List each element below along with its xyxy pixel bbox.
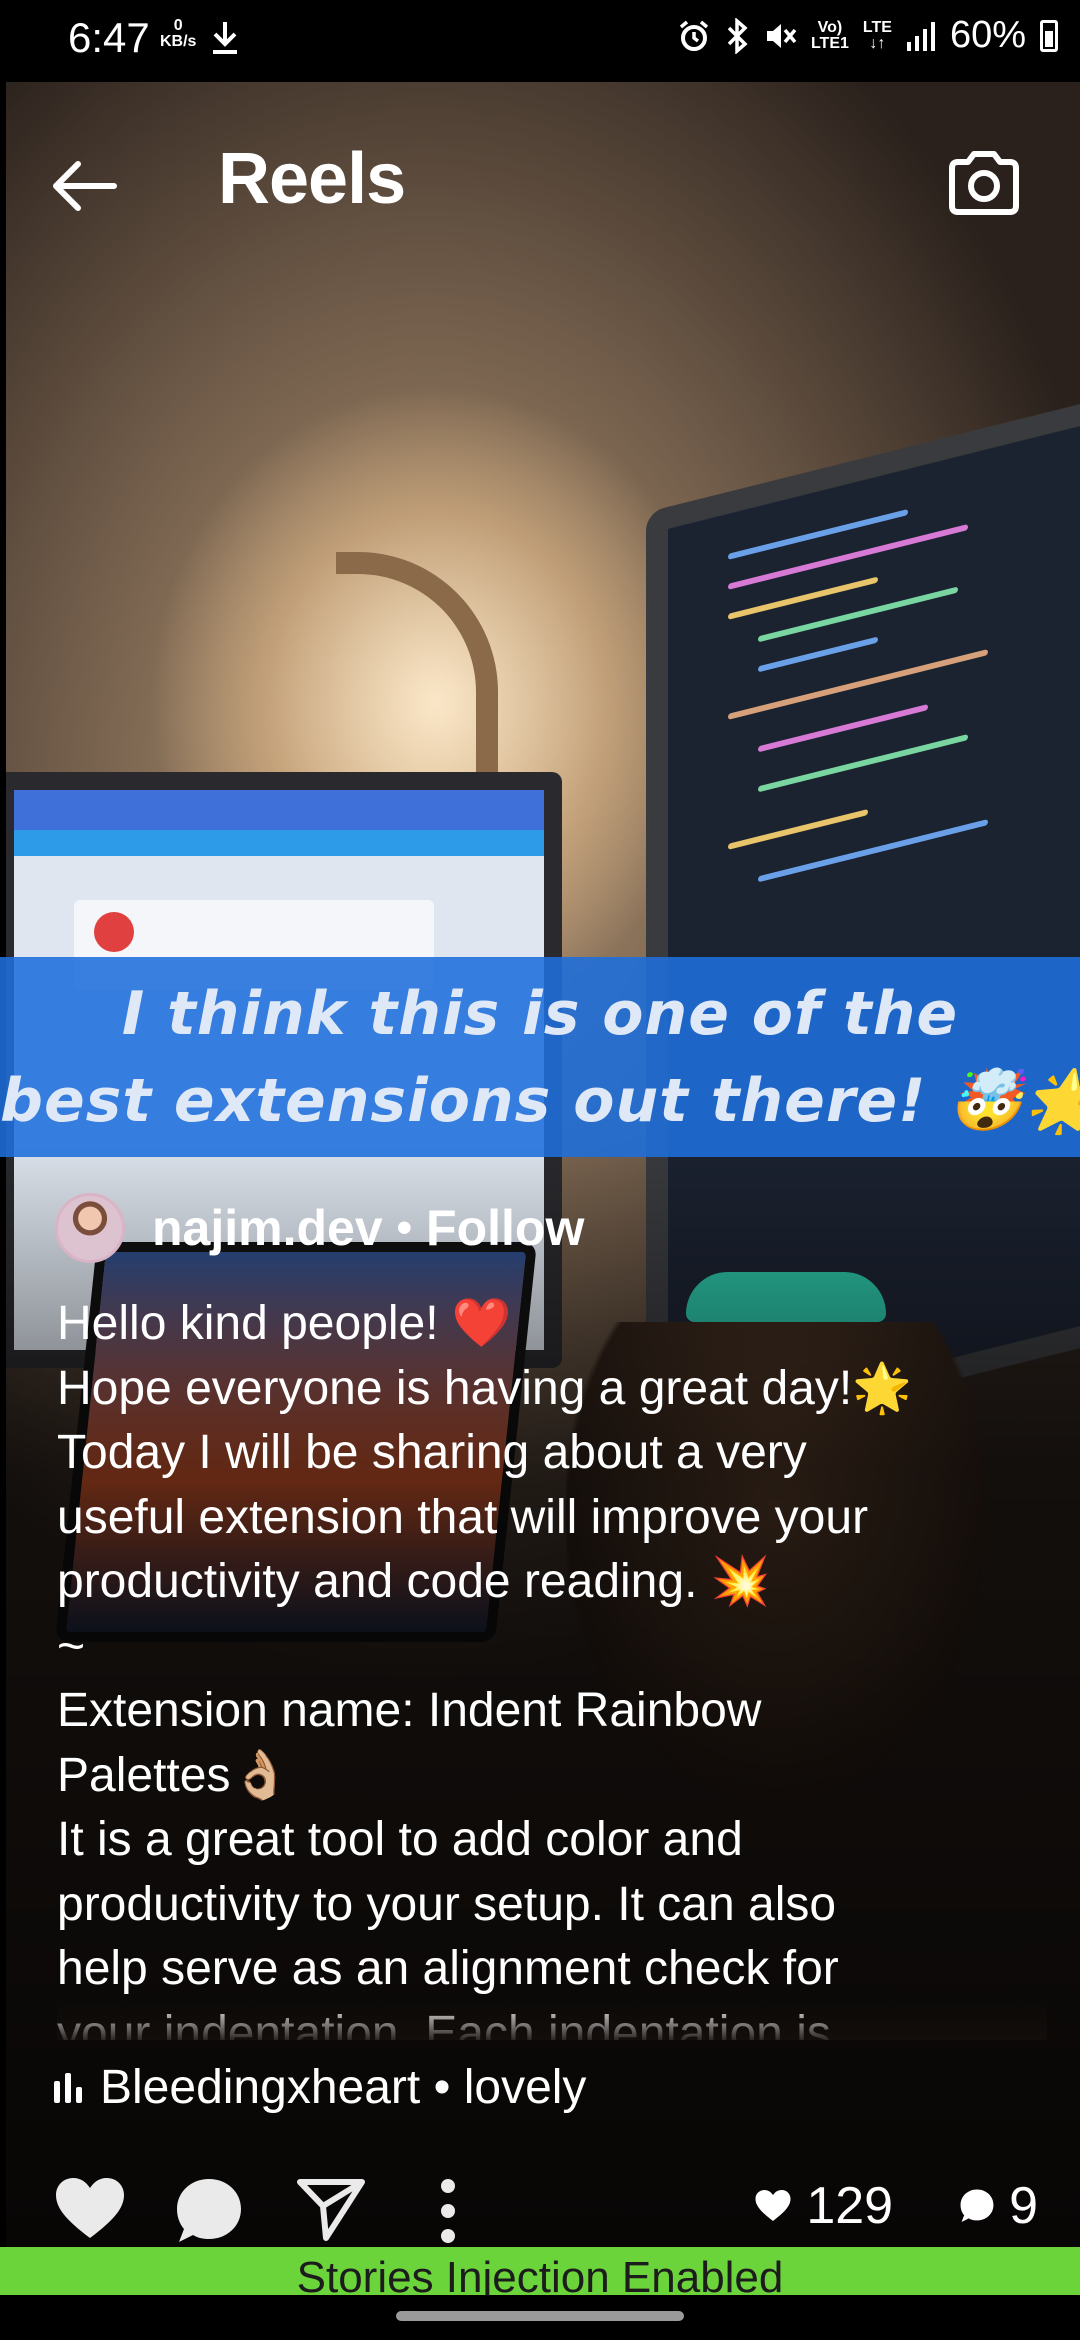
likes-count-group[interactable]: 129 bbox=[754, 2176, 893, 2236]
network-speed-unit: KB/s bbox=[160, 33, 197, 50]
status-icons: Vo) LTE1 LTE ↓↑ 60% bbox=[677, 14, 1058, 57]
author-separator: • bbox=[396, 1203, 413, 1252]
caption-line: productivity to your setup. It can also bbox=[57, 1877, 837, 1931]
caption-line: Today I will be sharing about a very bbox=[57, 1426, 807, 1479]
audio-label: Bleedingxheart • lovely bbox=[100, 2061, 587, 2114]
lte-indicator: LTE ↓↑ bbox=[862, 18, 892, 52]
engagement-counts: 129 9 bbox=[754, 2176, 1038, 2236]
caption-line: ~ bbox=[57, 1619, 86, 1673]
heart-icon[interactable] bbox=[54, 2176, 126, 2242]
back-arrow-icon[interactable] bbox=[48, 150, 120, 222]
network-speed-value: 0 bbox=[173, 17, 183, 34]
subtitle-line-2: best extensions out there! 🤯🌟 bbox=[0, 1066, 1080, 1136]
mute-icon bbox=[766, 23, 797, 48]
comments-count-group[interactable]: 9 bbox=[959, 2176, 1038, 2236]
subtitle-line-1: I think this is one of the bbox=[121, 979, 959, 1049]
small-comment-icon bbox=[960, 2189, 994, 2222]
caption-line: Palettes👌🏼 bbox=[57, 1748, 291, 1802]
audio-bars-icon bbox=[54, 2072, 82, 2103]
signal-icon bbox=[906, 21, 935, 51]
caption[interactable]: Hello kind people! ❤️ Hope everyone is ha… bbox=[57, 1292, 1047, 2040]
page-title: Reels bbox=[218, 139, 406, 219]
likes-count: 129 bbox=[806, 2177, 894, 2235]
bluetooth-icon bbox=[727, 17, 748, 54]
injection-text: Stories Injection Enabled bbox=[296, 2253, 784, 2295]
camera-icon[interactable] bbox=[946, 148, 1022, 218]
small-heart-icon bbox=[755, 2190, 791, 2221]
video-subtitle: I think this is one of the best extensio… bbox=[0, 957, 1080, 1157]
caption-line: It is a great tool to add color and bbox=[57, 1813, 743, 1866]
audio-track[interactable]: Bleedingxheart • lovely bbox=[54, 2060, 586, 2115]
author-row: najim.dev • Follow bbox=[55, 1188, 584, 1268]
network-speed: 0 KB/s bbox=[160, 18, 196, 50]
more-vertical-icon[interactable] bbox=[436, 2176, 460, 2246]
follow-button[interactable]: Follow bbox=[426, 1199, 584, 1257]
caption-line: productivity and code reading. 💥 bbox=[57, 1555, 771, 1608]
caption-line: Hope everyone is having a great day!🌟 bbox=[57, 1361, 912, 1415]
caption-line: Hello kind people! ❤️ bbox=[57, 1297, 512, 1350]
avatar[interactable] bbox=[55, 1193, 125, 1263]
battery-percent: 60% bbox=[949, 14, 1026, 56]
alarm-icon bbox=[679, 20, 709, 51]
battery-icon bbox=[1040, 19, 1058, 52]
author-username[interactable]: najim.dev bbox=[152, 1199, 383, 1257]
comments-count: 9 bbox=[1009, 2177, 1038, 2235]
home-gesture-pill[interactable] bbox=[396, 2311, 684, 2321]
system-nav-bar bbox=[0, 2295, 1080, 2340]
download-icon bbox=[213, 22, 237, 54]
caption-line: help serve as an alignment check for bbox=[57, 1942, 839, 1995]
send-icon[interactable] bbox=[296, 2176, 366, 2242]
status-bar: 6:47 0 KB/s Vo) LTE1 LTE ↓↑ 60% bbox=[0, 0, 1080, 82]
status-time: 6:47 bbox=[68, 14, 150, 61]
caption-line: useful extension that will improve your bbox=[57, 1490, 869, 1544]
caption-line: Extension name: Indent Rainbow bbox=[57, 1684, 762, 1737]
action-row: 129 9 bbox=[0, 2172, 1080, 2248]
caption-line: your indentation. Each indentation is bbox=[57, 2006, 831, 2041]
comment-icon[interactable] bbox=[174, 2176, 244, 2246]
stories-injection-banner: Stories Injection Enabled bbox=[0, 2247, 1080, 2295]
volte-indicator: Vo) LTE1 bbox=[810, 18, 849, 52]
